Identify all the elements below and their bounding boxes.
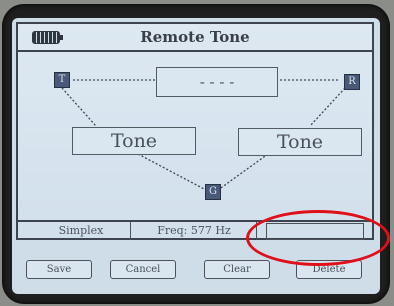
node-g[interactable]: G (205, 184, 221, 200)
frequency-cell: Freq: 577 Hz (132, 222, 257, 240)
mode-cell: Simplex (32, 222, 131, 240)
tone-right-box[interactable]: Tone (238, 128, 362, 156)
tone-left-box[interactable]: Tone (72, 127, 196, 155)
cancel-button[interactable]: Cancel (110, 260, 176, 279)
main-panel: Remote Tone T R G - - - - Tone Tone Simp… (16, 22, 374, 240)
node-t[interactable]: T (54, 72, 70, 88)
save-button[interactable]: Save (26, 260, 92, 279)
highlight-annotation (246, 210, 390, 266)
center-value-box[interactable]: - - - - (156, 67, 278, 97)
clear-button[interactable]: Clear (204, 260, 270, 279)
node-r[interactable]: R (344, 74, 360, 90)
